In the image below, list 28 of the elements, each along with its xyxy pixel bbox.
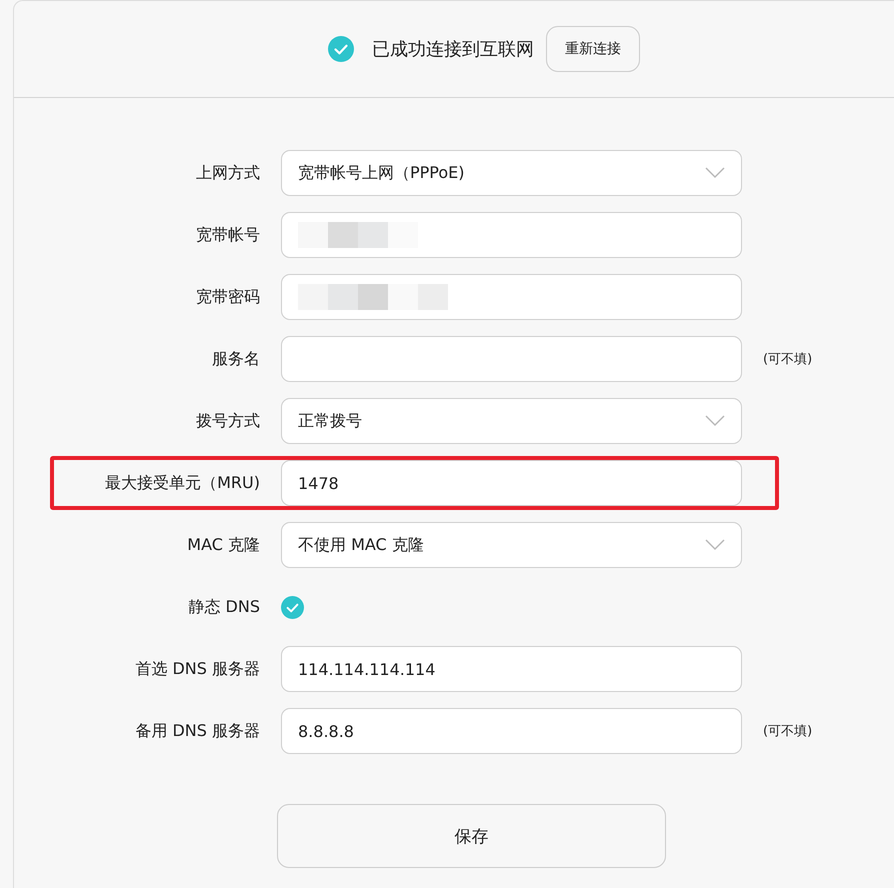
reconnect-button[interactable]: 重新连接 (546, 26, 640, 72)
dropdown[interactable]: 正常拨号 (281, 398, 742, 444)
input-field[interactable] (281, 336, 742, 382)
field-label: MAC 克隆 (186, 534, 260, 556)
field-label: 服务名 (211, 348, 260, 370)
field-label: 最大接受单元（MRU) (104, 472, 260, 494)
input-field[interactable]: 1478 (281, 460, 742, 506)
dropdown[interactable]: 宽带帐号上网（PPPoE) (281, 150, 742, 196)
input-field[interactable]: 8.8.8.8 (281, 708, 742, 754)
chevron-down-icon (705, 539, 725, 551)
field-label: 备用 DNS 服务器 (134, 720, 260, 742)
input-field[interactable] (281, 274, 742, 320)
hint-text: (可不填) (763, 351, 812, 368)
chevron-down-icon (705, 415, 725, 427)
checkbox[interactable] (281, 596, 304, 618)
status-text: 已成功连接到互联网 (372, 38, 534, 61)
field-label: 静态 DNS (187, 596, 260, 618)
field-label: 宽带帐号 (195, 224, 260, 246)
field-label: 宽带密码 (195, 286, 260, 308)
save-button[interactable]: 保存 (277, 804, 666, 868)
field-label: 首选 DNS 服务器 (134, 658, 260, 680)
input-field[interactable]: 114.114.114.114 (281, 646, 742, 692)
field-label: 拨号方式 (195, 410, 260, 432)
input-field[interactable] (281, 212, 742, 258)
field-label: 上网方式 (195, 162, 260, 184)
dropdown[interactable]: 不使用 MAC 克隆 (281, 522, 742, 568)
hint-text: (可不填) (763, 723, 812, 740)
chevron-down-icon (705, 167, 725, 179)
